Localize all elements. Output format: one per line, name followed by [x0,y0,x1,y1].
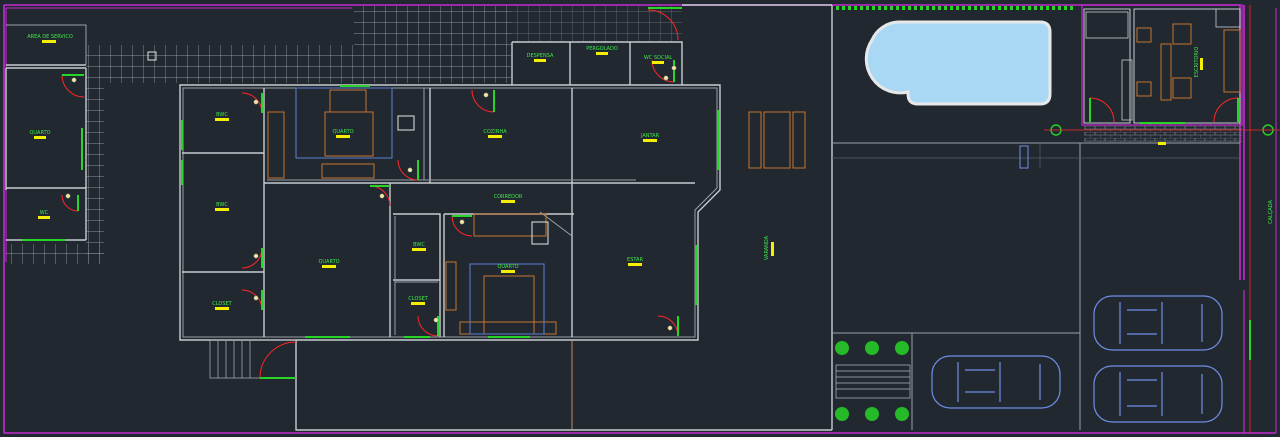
light-fixtures [65,65,677,331]
room-label-banho-2: BWC [216,202,228,208]
room-label-area-servico: AREA DE SERVICO [27,34,73,40]
room-label-quarto-suite: QUARTO [497,264,518,270]
garden-ramp [835,364,911,399]
room-label-bwc-suite: BWC [413,242,425,248]
room-label-quarto-2: QUARTO [318,259,339,265]
room-label-varanda: VARANDA [764,235,770,260]
tree-icon [835,341,909,421]
room-label-quarto-1: QUARTO [332,129,353,135]
room-label-wc-social: WC SOCIAL [644,55,673,61]
pool-loungers [748,111,806,169]
room-label-jantar: JANTAR [640,133,660,139]
site-lines [832,142,1240,430]
entry-stairs [209,339,296,379]
car-icon [931,355,1061,409]
room-label-estar: ESTAR [627,257,643,263]
room-label-quarto-esq: QUARTO [29,130,50,136]
room-label-escritorio: ESCRITORIO [1194,47,1200,78]
room-label-closet-2: CLOSET [408,296,428,302]
room-label-cozinha: COZINHA [483,129,507,135]
car-icon [1093,295,1223,351]
desk-chair-icon [1136,23,1192,99]
windows [22,85,1251,360]
office-building [1081,4,1243,126]
room-label-closet-1: CLOSET [212,301,232,307]
room-label-pergolado: PERGOLADO [586,46,618,52]
room-label-wc-esq: WC [40,210,49,216]
pool-icon [864,20,1052,106]
floor-plan-drawing: AREA DE SERVICO DESPENSA PERGOLADO WC SO… [3,4,1280,434]
room-label-corredor: CORREDOR [494,194,523,200]
room-label-calcada: CALÇADA [1268,200,1274,224]
room-label-despensa: DESPENSA [527,53,554,59]
room-label-banho-1: BWC [216,112,228,118]
car-icon [1093,365,1223,423]
